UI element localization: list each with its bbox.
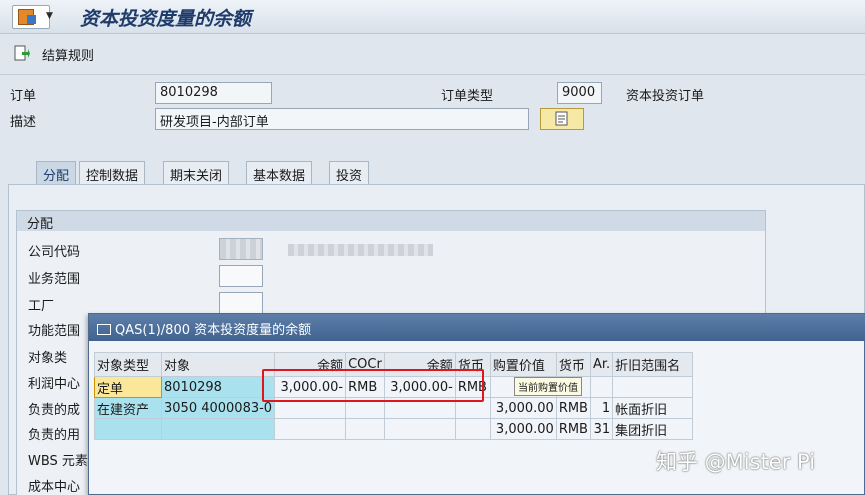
order-type-text: 资本投资订单 xyxy=(626,89,705,104)
table-cell[interactable]: RMB xyxy=(555,397,591,419)
page-title: 资本投资度量的余额 xyxy=(80,8,252,30)
description-label: 描述 xyxy=(10,115,37,130)
table-cell[interactable] xyxy=(589,376,614,398)
plant-field[interactable] xyxy=(219,292,263,314)
tab-investments[interactable]: 投资 xyxy=(329,161,370,185)
profit-center-label: 利润中心 xyxy=(28,377,81,392)
popup-title: QAS(1)/800 资本投资度量的余额 xyxy=(115,323,312,338)
application-toolbar xyxy=(0,38,865,68)
table-cell[interactable]: 3,000.00 xyxy=(489,397,557,419)
order-type-label: 订单类型 xyxy=(441,89,494,104)
table-cell[interactable]: 1 xyxy=(589,397,614,419)
table-cell[interactable] xyxy=(345,418,385,440)
responsible-user-label: 负责的用 xyxy=(28,428,81,443)
table-row[interactable]: 3,000.00 RMB 31 集团折旧 xyxy=(94,418,694,440)
functional-area-label: 功能范围 xyxy=(28,324,81,339)
business-area-label: 业务范围 xyxy=(28,272,81,287)
menu-dropdown-icon[interactable]: ▼ xyxy=(46,11,53,21)
app-menu-icon[interactable] xyxy=(12,5,50,29)
col-header[interactable]: 对象 xyxy=(160,352,276,377)
table-cell[interactable] xyxy=(274,418,347,440)
description-field[interactable]: 研发项目-内部订单 xyxy=(155,108,529,130)
watermark: 知乎 @Mister Pi xyxy=(656,450,816,474)
window-icon xyxy=(97,324,111,335)
table-cell[interactable] xyxy=(160,418,276,440)
table-cell[interactable] xyxy=(454,418,491,440)
table-cell[interactable] xyxy=(612,376,694,398)
table-cell[interactable]: 31 xyxy=(589,418,614,440)
wbs-element-label: WBS 元素 xyxy=(28,454,88,469)
col-header[interactable]: Ar. xyxy=(589,352,614,377)
table-cell[interactable] xyxy=(94,418,162,440)
tooltip: 当前购置价值 xyxy=(514,377,582,396)
table-cell[interactable]: RMB xyxy=(555,418,591,440)
cost-center-label: 成本中心 xyxy=(28,480,81,495)
popup-title-bar: QAS(1)/800 资本投资度量的余额 xyxy=(89,314,865,341)
table-cell[interactable]: 3,000.00 xyxy=(489,418,557,440)
table-cell[interactable]: 8010298 xyxy=(160,376,276,398)
balance-highlight-box xyxy=(262,369,484,402)
col-header[interactable]: 折旧范围名 xyxy=(612,352,694,377)
table-cell[interactable]: 在建资产 xyxy=(94,397,162,419)
order-field[interactable]: 8010298 xyxy=(155,82,272,104)
table-cell[interactable]: 3050 4000083-0 xyxy=(160,397,276,419)
object-class-label: 对象类 xyxy=(28,351,68,366)
tab-control-data[interactable]: 控制数据 xyxy=(79,161,146,185)
col-header[interactable]: 对象类型 xyxy=(94,352,162,377)
order-label: 订单 xyxy=(10,89,37,104)
assignment-group-title: 分配 xyxy=(16,210,766,232)
tab-assignment[interactable]: 分配 xyxy=(36,161,77,185)
tab-general-data[interactable]: 基本数据 xyxy=(246,161,313,185)
long-text-icon[interactable] xyxy=(540,108,584,130)
company-code-field[interactable] xyxy=(219,238,263,260)
col-header[interactable]: 购置价值 xyxy=(489,352,557,377)
table-cell[interactable] xyxy=(383,418,456,440)
table-cell[interactable]: 帐面折旧 xyxy=(612,397,694,419)
table-cell[interactable]: 定单 xyxy=(94,376,162,398)
divider xyxy=(0,74,865,75)
tab-period-end-closing[interactable]: 期末关闭 xyxy=(163,161,230,185)
settlement-rule-button[interactable]: 结算规则 xyxy=(42,45,94,64)
business-area-field[interactable] xyxy=(219,265,263,287)
responsible-cctr-label: 负责的成 xyxy=(28,403,81,418)
settlement-rule-icon[interactable] xyxy=(14,45,30,62)
company-code-text xyxy=(288,244,433,256)
col-header[interactable]: 货币 xyxy=(555,352,591,377)
table-cell[interactable]: 集团折旧 xyxy=(612,418,694,440)
company-code-label: 公司代码 xyxy=(28,245,81,260)
plant-label: 工厂 xyxy=(28,299,55,314)
order-type-field[interactable]: 9000 xyxy=(557,82,602,104)
